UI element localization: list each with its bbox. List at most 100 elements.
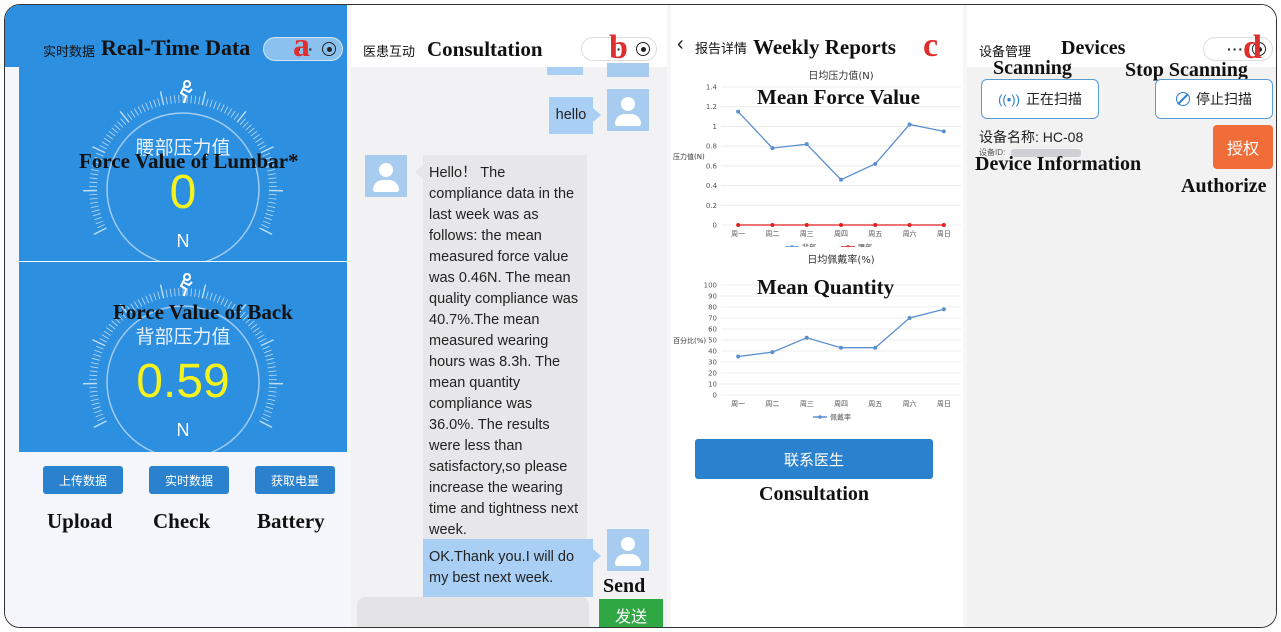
quantity-annotation: Mean Quantity <box>757 275 895 299</box>
chart-ytick-label: 70 <box>708 315 717 323</box>
gauge-tick <box>223 106 229 114</box>
chart-ylabel: 百分比(%) <box>673 336 706 345</box>
chart-ylabel: 压力值(N) <box>673 152 705 161</box>
scanning-button[interactable]: ((•)) 正在扫描 <box>981 79 1099 119</box>
chart-xtick-label: 周日 <box>937 230 951 238</box>
check-button[interactable]: 实时数据 <box>149 466 229 494</box>
patient-avatar <box>607 63 649 77</box>
more-dots-icon[interactable]: ··· <box>1227 41 1244 57</box>
gauge-tick <box>216 102 221 111</box>
send-button[interactable]: 发送 <box>599 599 663 627</box>
patient-avatar <box>607 529 649 571</box>
close-target-icon[interactable] <box>636 42 650 56</box>
miniprogram-capsule[interactable]: ··· <box>1203 37 1273 61</box>
chart-ytick-label: 100 <box>704 282 717 290</box>
data-point <box>804 335 809 340</box>
devices-screen: 设备管理 Devices ··· d Scanning Stop Scannin… <box>967 5 1276 627</box>
legend-label: 佩戴率 <box>830 413 851 422</box>
chart-title: 日均压力值(N) <box>808 69 873 82</box>
report-header-title: 报告详情 <box>695 41 748 56</box>
realtime-annotation-title: Real-Time Data <box>101 35 251 60</box>
gauge-tick <box>153 99 157 108</box>
gauge-tick <box>159 91 165 106</box>
data-point <box>804 223 809 227</box>
chart-ytick-label: 30 <box>708 359 717 367</box>
doctor-message: Hello！ The compliance data in the last w… <box>423 155 587 549</box>
device-name[interactable]: 设备名称: HC-08 <box>979 127 1083 147</box>
gauge-tick <box>190 288 192 297</box>
contact-doctor-annotation: Consultation <box>759 483 870 505</box>
gauge-tick <box>174 288 176 297</box>
message-input[interactable] <box>357 597 589 627</box>
chart-xtick-label: 周三 <box>800 230 814 238</box>
stop-scanning-label: 停止扫描 <box>1196 91 1252 107</box>
gauge-tick <box>201 284 207 299</box>
authorize-annotation: Authorize <box>1181 175 1267 197</box>
gauge-tick <box>230 110 236 118</box>
data-point <box>941 307 946 312</box>
back-unit: N <box>176 420 190 440</box>
gauge-tick <box>190 95 192 104</box>
panel-letter-b: b <box>609 29 628 66</box>
gauge-tick <box>263 349 272 354</box>
gauge-tick <box>205 291 209 300</box>
data-point <box>736 109 741 114</box>
gauge-tick <box>126 113 133 121</box>
back-chevron-icon[interactable]: ‹ <box>677 33 684 56</box>
battery-button[interactable]: 获取电量 <box>255 466 335 494</box>
chart-ytick-label: 0.8 <box>706 143 717 151</box>
gauge-tick <box>114 124 121 131</box>
battery-annotation: Battery <box>257 509 325 533</box>
gauge-tick <box>157 98 161 107</box>
lumbar-gauge-panel: 腰部压力值 Force Value of Lumbar* 0 N <box>19 67 347 261</box>
chart-xtick-label: 周一 <box>731 400 745 408</box>
gauge-tick <box>133 108 139 116</box>
patient-message: OK.Thank you.I will do my best next week… <box>423 539 593 597</box>
scanning-label: 正在扫描 <box>1025 91 1082 107</box>
gauge-tick <box>264 409 272 414</box>
gauge-tick <box>233 113 240 121</box>
chart-ytick-label: 0 <box>713 222 717 230</box>
chart-ytick-label: 40 <box>708 348 717 356</box>
panel-letter-a: a <box>293 27 310 64</box>
gauge-tick <box>95 413 104 418</box>
chart-ytick-label: 80 <box>708 304 717 312</box>
chart-ytick-label: 0.2 <box>706 202 717 210</box>
gauge-tick <box>205 98 209 107</box>
weekly-report-screen: ‹ 报告详情 Weekly Reports c 日均压力值(N) 压力值(N) 0 0… <box>671 5 963 627</box>
chart-xtick-label: 周二 <box>765 400 779 408</box>
chart-ytick-label: 60 <box>708 326 717 334</box>
gauge-tick <box>120 118 127 125</box>
chart-ytick-label: 0.4 <box>706 182 718 190</box>
gauge-tick <box>94 409 102 414</box>
gauge-tick <box>130 110 136 118</box>
chart-xtick-label: 周二 <box>765 230 779 238</box>
chart-xtick-label: 周六 <box>903 399 917 408</box>
gauge-tick <box>236 110 247 123</box>
data-point <box>839 223 843 227</box>
legend-label: 背部 <box>802 243 816 248</box>
consultation-header: 医患互动 Consultation ··· b <box>351 5 667 67</box>
upload-button[interactable]: 上传数据 <box>43 466 123 494</box>
gauge-tick <box>201 91 207 106</box>
authorize-button[interactable]: 授权 <box>1213 125 1273 169</box>
gauge-tick <box>149 100 153 109</box>
contact-doctor-button[interactable]: 联系医生 <box>695 439 933 479</box>
chart-ytick-label: 50 <box>708 337 717 345</box>
figure-frame: 实时数据 Real-Time Data ··· a 腰部压力值 Force Va… <box>4 4 1277 628</box>
gauge-tick <box>209 99 213 108</box>
consultation-annotation-title: Consultation <box>427 37 543 61</box>
legend-label: 腰部 <box>858 243 872 248</box>
back-label: 背部压力值 <box>135 327 231 348</box>
chart-xtick-label: 周五 <box>868 400 882 408</box>
close-target-icon[interactable] <box>322 42 336 56</box>
data-point <box>873 161 878 166</box>
gauge-tick <box>261 224 269 229</box>
consultation-screen: 医患互动 Consultation ··· b hello Hello！ The… <box>351 5 667 627</box>
stop-scanning-button[interactable]: 停止扫描 <box>1155 79 1273 119</box>
data-point <box>907 316 912 320</box>
patient-message: hello <box>549 97 593 134</box>
panel-letter-c: c <box>923 27 939 64</box>
broadcast-icon: ((•)) <box>998 91 1020 107</box>
data-point <box>873 223 878 227</box>
